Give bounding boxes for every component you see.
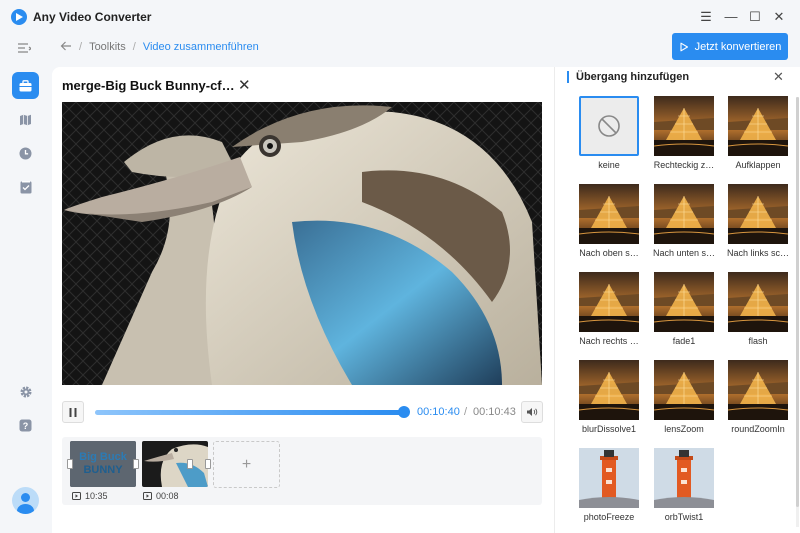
transition-label: orbTwist1 <box>664 512 704 522</box>
breadcrumb-current: Video zusammenführen <box>142 41 259 53</box>
current-time: 00:10:40 <box>417 406 460 418</box>
time-separator: / <box>464 406 468 418</box>
close-editor-button[interactable]: ✕ <box>238 76 251 94</box>
clip-duration-label: 00:08 <box>156 491 179 501</box>
clip-duration: 00:08 <box>143 491 179 501</box>
transition-thumbnail[interactable] <box>579 360 639 420</box>
transition-label: Nach oben s… <box>579 248 639 258</box>
maximize-button[interactable]: ☐ <box>746 8 764 26</box>
breadcrumb-toolkits[interactable]: Toolkits <box>89 41 126 53</box>
transition-panel-title: Übergang hinzufügen <box>567 71 689 83</box>
main-panel: merge-Big Buck Bunny-cf… ✕ 00:10:40 / 00… <box>52 67 800 533</box>
transition-label: Nach unten s… <box>652 248 716 258</box>
total-time: 00:10:43 <box>473 406 516 418</box>
editor-title: merge-Big Buck Bunny-cf… <box>62 78 235 93</box>
clip-trim-handle[interactable] <box>205 459 211 469</box>
transition-thumbnail[interactable] <box>654 184 714 244</box>
toolbox-icon[interactable] <box>12 72 39 99</box>
clip-trim-handle[interactable] <box>187 459 193 469</box>
transition-thumbnail[interactable] <box>654 272 714 332</box>
video-preview[interactable] <box>62 102 542 385</box>
app-title: Any Video Converter <box>33 10 152 24</box>
kookaburra-image <box>62 102 542 385</box>
transition-thumbnail[interactable] <box>728 360 788 420</box>
transition-label: Rechteckig z… <box>653 160 715 170</box>
menu-button[interactable]: ☰ <box>697 8 715 26</box>
app-logo-icon <box>11 9 27 25</box>
thumb-title-line1: Big Buck <box>79 451 128 463</box>
clip-thumbnail[interactable] <box>142 441 208 487</box>
clip-timeline: Big Buck BUNNY 10:35 00:08 + <box>62 437 542 505</box>
transition-panel: Übergang hinzufügen ✕ keine Rechteckig z…… <box>554 67 800 533</box>
thumb-title-line2: BUNNY <box>83 464 123 476</box>
minimize-button[interactable]: — <box>722 8 740 26</box>
transition-label: fade1 <box>672 336 696 346</box>
playback-controls: 00:10:40 / 00:10:43 <box>62 401 543 423</box>
big-buck-bunny-thumb: Big Buck BUNNY <box>70 441 136 487</box>
settings-icon[interactable] <box>12 378 39 405</box>
video-clip-icon <box>72 492 81 500</box>
transition-label: blurDissolve1 <box>581 424 637 434</box>
user-avatar[interactable] <box>12 487 39 514</box>
collapse-sidebar-icon[interactable] <box>17 41 33 59</box>
progress-slider[interactable] <box>95 406 410 418</box>
title-bar: Any Video Converter ☰ — ☐ ✕ <box>0 0 800 34</box>
no-transition-icon[interactable] <box>579 96 639 156</box>
transition-thumbnail[interactable] <box>654 360 714 420</box>
transition-label: roundZoomIn <box>731 424 785 434</box>
close-transition-panel-button[interactable]: ✕ <box>773 69 784 85</box>
transition-thumbnail[interactable] <box>728 272 788 332</box>
transition-label: keine <box>598 160 620 170</box>
breadcrumb-separator: / <box>79 41 83 53</box>
help-icon[interactable]: ? <box>12 412 39 439</box>
transition-thumbnail[interactable] <box>728 184 788 244</box>
kookaburra-thumb <box>142 441 208 487</box>
transition-thumbnail[interactable] <box>654 96 714 156</box>
transition-thumbnail[interactable] <box>579 448 639 508</box>
transition-thumbnail[interactable] <box>728 96 788 156</box>
volume-button[interactable] <box>521 401 543 423</box>
clock-icon[interactable] <box>12 140 39 167</box>
volume-icon <box>527 408 538 416</box>
back-arrow-icon[interactable] <box>60 41 72 54</box>
convert-now-label: Jetzt konvertieren <box>694 40 782 53</box>
clip-thumbnail[interactable]: Big Buck BUNNY <box>70 441 136 487</box>
breadcrumb: / Toolkits / Video zusammenführen <box>60 39 259 55</box>
pause-icon <box>69 407 77 417</box>
clip-duration: 10:35 <box>72 491 108 501</box>
breadcrumb-separator: / <box>132 41 136 53</box>
pause-button[interactable] <box>62 401 84 423</box>
map-icon[interactable] <box>12 106 39 133</box>
video-clip-icon <box>143 492 152 500</box>
add-clip-button[interactable]: + <box>213 441 280 488</box>
transition-scrollbar[interactable] <box>796 97 799 527</box>
transition-label: photoFreeze <box>583 512 635 522</box>
transition-thumbnail[interactable] <box>654 448 714 508</box>
convert-now-button[interactable]: Jetzt konvertieren <box>672 33 788 60</box>
task-check-icon[interactable] <box>12 174 39 201</box>
sidebar: ? <box>0 34 52 533</box>
clip-trim-handle[interactable] <box>133 459 139 469</box>
transition-thumbnail[interactable] <box>579 272 639 332</box>
transition-label: lensZoom <box>664 424 704 434</box>
progress-fill <box>95 410 404 415</box>
play-outline-icon <box>680 42 688 51</box>
transition-label: Nach links sc… <box>726 248 789 258</box>
scrollbar-thumb[interactable] <box>796 97 799 507</box>
transition-thumbnail[interactable] <box>579 184 639 244</box>
clip-duration-label: 10:35 <box>85 491 108 501</box>
progress-handle[interactable] <box>397 406 410 418</box>
transition-label: flash <box>748 336 768 346</box>
transition-label: Aufklappen <box>735 160 781 170</box>
clip-trim-handle[interactable] <box>67 459 73 469</box>
svg-text:?: ? <box>23 421 29 431</box>
transition-label: Nach rechts … <box>579 336 639 346</box>
close-window-button[interactable]: ✕ <box>770 8 788 26</box>
transition-grid: keine Rechteckig z… Aufklappen Nach oben s…… <box>577 96 797 528</box>
